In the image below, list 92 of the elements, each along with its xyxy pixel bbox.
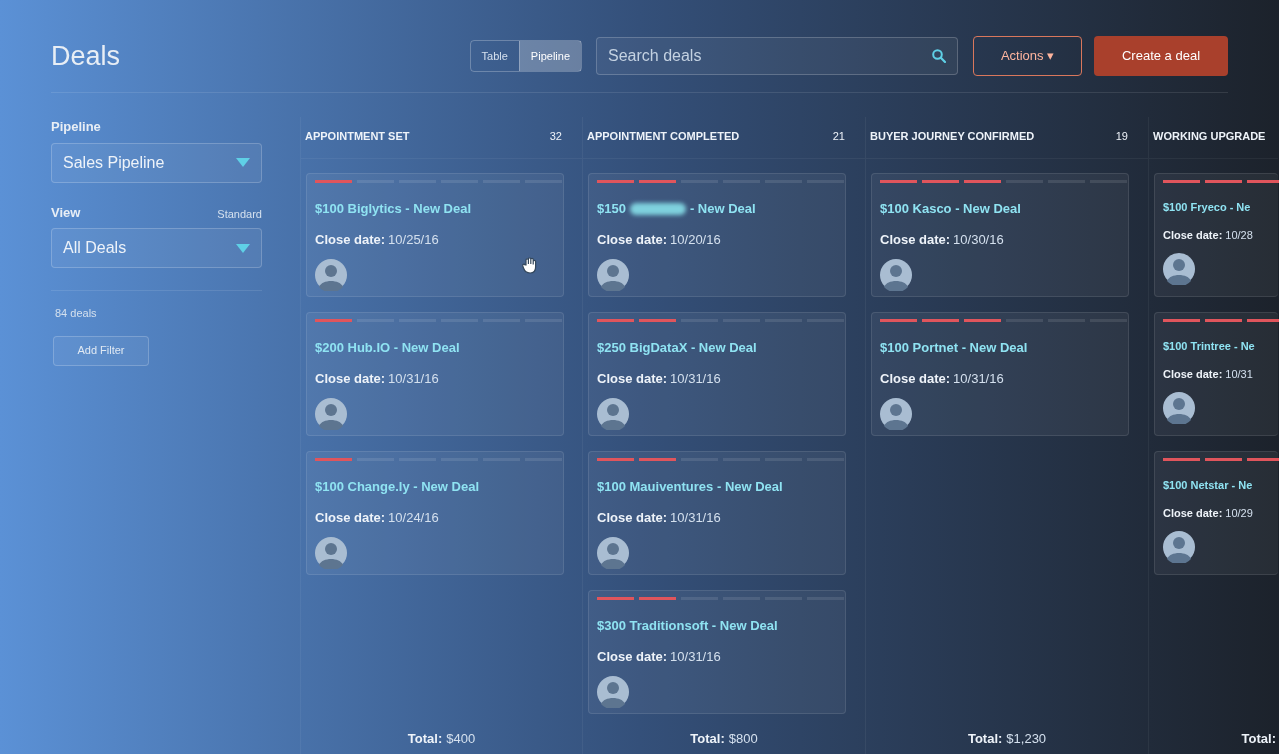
deal-link[interactable]: $250 BigDataX - New Deal: [597, 338, 757, 358]
create-deal-button[interactable]: Create a deal: [1094, 36, 1228, 76]
column-title: BUYER JOURNEY CONFIRMED: [870, 129, 1035, 145]
deal-link[interactable]: $300 Traditionsoft - New Deal: [597, 616, 778, 636]
close-date-label: Close date:: [1163, 227, 1223, 243]
close-date: 10/31/16: [670, 647, 721, 666]
actions-button[interactable]: Actions ▾: [973, 36, 1082, 76]
deal-card[interactable]: $100 Mauiventures - New Deal Close date: 10/31/16: [588, 451, 846, 575]
close-date: 10/30/16: [953, 230, 1004, 249]
avatar: [315, 398, 347, 430]
deal-link[interactable]: $150: [597, 199, 626, 219]
deal-link[interactable]: $100 Fryeco - Ne: [1163, 199, 1251, 216]
column-title: APPOINTMENT SET: [305, 129, 410, 145]
close-date: 10/31/16: [670, 508, 721, 527]
field-label: Pipeline: [51, 118, 102, 136]
avatar: [1163, 531, 1195, 563]
avatar: [315, 259, 347, 291]
deal-count: 84 deals: [55, 306, 98, 321]
deal-count: 32: [549, 129, 562, 145]
deal-link-text[interactable]: - New Deal: [689, 199, 756, 219]
deal-link[interactable]: $200 Hub.IO - New Deal: [315, 338, 460, 358]
close-date-label: Close date:: [1163, 366, 1223, 382]
close-date: 10/25/16: [388, 230, 439, 249]
close-date: 10/31/16: [670, 369, 721, 388]
view-type-label: Standard: [217, 206, 262, 222]
close-date: 10/29: [1225, 505, 1253, 521]
hand-cursor-icon: [521, 256, 539, 274]
deal-card[interactable]: $100 Trintree - Ne Close date: 10/31: [1154, 312, 1278, 436]
close-date-label: Close date:: [597, 508, 668, 527]
deal-card[interactable]: $100 Biglytics - New Deal Close date: 10/25/16: [306, 173, 564, 297]
avatar: [597, 676, 629, 708]
close-date-label: Close date:: [597, 647, 668, 666]
column-title: WORKING UPGRADE: [1153, 129, 1266, 145]
deal-link[interactable]: $100 Portnet - New Deal: [880, 338, 1028, 358]
dropdown-value: Sales Pipeline: [63, 152, 166, 173]
total-label: Total:: [407, 730, 443, 749]
deal-link[interactable]: $100 Netstar - Ne: [1163, 477, 1253, 494]
avatar: [597, 537, 629, 569]
close-date: 10/28: [1225, 227, 1253, 243]
close-date-label: Close date:: [1163, 505, 1223, 521]
caret-icon: [236, 243, 250, 253]
total-amount: $1,230: [1006, 730, 1047, 749]
close-date: 10/20/16: [670, 230, 721, 249]
deal-card[interactable]: $100 Fryeco - Ne Close date: 10/28: [1154, 173, 1278, 297]
total-label: Total:: [690, 730, 725, 749]
deal-link[interactable]: $100 Biglytics - New Deal: [315, 199, 472, 219]
view-tab[interactable]: Pipeline: [518, 41, 581, 71]
deal-count: 21: [832, 129, 845, 145]
deal-link[interactable]: $100 Trintree - Ne: [1163, 338, 1255, 355]
deal-card[interactable]: $300 Traditionsoft - New Deal Close date: 10/31/16: [588, 590, 846, 714]
column-title: APPOINTMENT COMPLETED: [587, 129, 740, 145]
close-date: 10/31: [1225, 366, 1253, 382]
total-label: Total:: [1241, 730, 1276, 749]
avatar: [1163, 392, 1195, 424]
page-title: Deals: [51, 39, 121, 73]
close-date-label: Close date:: [315, 508, 386, 527]
deal-card[interactable]: $100 Kasco - New Deal Close date: 10/30/16: [871, 173, 1129, 297]
deal-count: 19: [1115, 129, 1128, 145]
close-date-label: Close date:: [597, 369, 668, 388]
caret-icon: [236, 158, 250, 167]
close-date: 10/31/16: [388, 369, 439, 388]
avatar: [315, 537, 347, 569]
close-date: 10/31/16: [953, 369, 1004, 388]
dropdown-value: All Deals: [63, 238, 128, 258]
avatar: [880, 398, 912, 430]
avatar: [1163, 253, 1195, 285]
deal-card[interactable]: $150 - New Deal Close date: 10/20/16: [588, 173, 846, 297]
deal-card[interactable]: $100 Change.ly - New Deal Close date: 10/24/16: [306, 451, 564, 575]
total-amount: $800: [728, 730, 758, 749]
close-date-label: Close date:: [880, 230, 951, 249]
close-date: 10/24/16: [388, 508, 439, 527]
total-label: Total:: [967, 730, 1003, 749]
search-icon: [932, 49, 946, 63]
deal-card[interactable]: $200 Hub.IO - New Deal Close date: 10/31/16: [306, 312, 564, 436]
dropdown[interactable]: Sales Pipeline: [51, 142, 262, 183]
deal-card[interactable]: $250 BigDataX - New Deal Close date: 10/31/16: [588, 312, 846, 436]
total-amount: $400: [446, 730, 476, 749]
deal-card[interactable]: $100 Netstar - Ne Close date: 10/29: [1154, 451, 1278, 575]
avatar: [880, 259, 912, 291]
field-label: View: [51, 203, 81, 222]
deal-link[interactable]: $100 Kasco - New Deal: [880, 199, 1021, 219]
dropdown[interactable]: All Deals: [51, 228, 262, 268]
close-date-label: Close date:: [315, 230, 386, 249]
close-date-label: Close date:: [597, 230, 668, 249]
avatar: [597, 398, 629, 430]
close-date-label: Close date:: [315, 369, 386, 388]
close-date-label: Close date:: [880, 369, 951, 388]
deal-card[interactable]: $100 Portnet - New Deal Close date: 10/31/16: [871, 312, 1129, 436]
deal-link[interactable]: $100 Change.ly - New Deal: [315, 477, 479, 497]
avatar: [597, 259, 629, 291]
view-tab[interactable]: Table: [470, 41, 519, 71]
deal-link[interactable]: $100 Mauiventures - New Deal: [597, 477, 783, 497]
